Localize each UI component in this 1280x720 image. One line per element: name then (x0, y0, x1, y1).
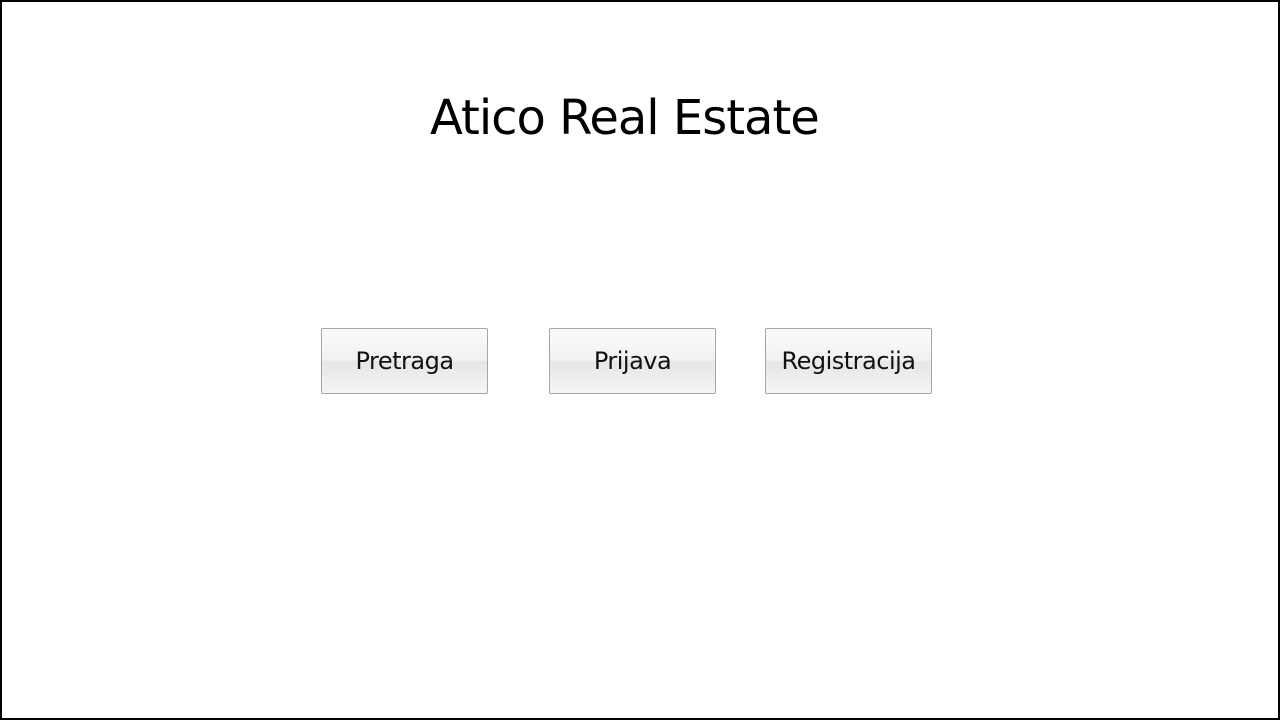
login-button[interactable]: Prijava (549, 328, 716, 394)
page-title: Atico Real Estate (430, 90, 820, 146)
search-button[interactable]: Pretraga (321, 328, 488, 394)
register-button[interactable]: Registracija (765, 328, 932, 394)
app-window: Atico Real Estate Pretraga Prijava Regis… (0, 0, 1280, 720)
